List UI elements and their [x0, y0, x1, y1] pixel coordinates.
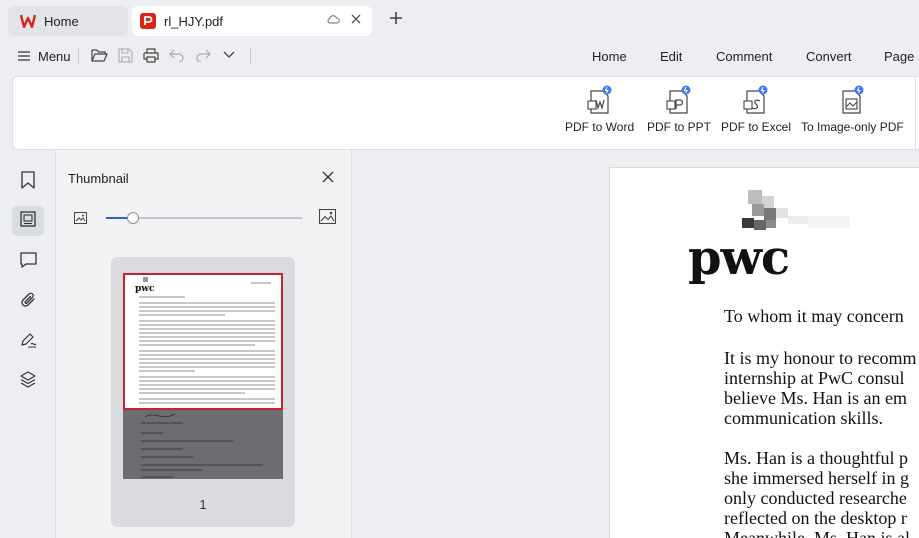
pdf-to-excel-label: PDF to Excel — [721, 120, 792, 134]
layers-icon — [20, 371, 36, 393]
image-pdf-icon — [839, 85, 865, 115]
page-number-label: 1 — [199, 497, 207, 512]
document-line: communication skills. — [724, 408, 883, 428]
bookmark-button[interactable] — [12, 167, 44, 197]
page-thumbnail-image: pwc — [123, 273, 283, 479]
main-toolbar: Menu Home Edit Comment Convert Page — [0, 40, 919, 72]
document-line: internship at PwC consul — [724, 368, 905, 388]
zoom-slider-handle[interactable] — [127, 212, 139, 224]
ribbon-divider — [915, 77, 916, 151]
document-line: To whom it may concern — [724, 306, 904, 326]
zoom-out-image-icon[interactable] — [74, 211, 87, 229]
paperclip-icon — [20, 291, 37, 313]
document-line: believe Ms. Han is an em — [724, 388, 907, 408]
convert-ribbon: PDF to Word PDF to PPT PDF to Excel To I… — [12, 76, 919, 151]
pdf-to-excel-icon — [743, 85, 769, 115]
document-line: only conducted researche — [724, 488, 907, 508]
ribbon-tabs: Home Edit Comment Convert Page — [0, 49, 919, 69]
to-image-only-pdf-button[interactable]: To Image-only PDF — [801, 85, 904, 134]
wps-logo-icon — [20, 13, 36, 29]
close-tab-icon[interactable] — [350, 13, 362, 28]
pdf-to-word-icon — [587, 85, 613, 115]
thumbnail-button[interactable] — [12, 206, 44, 236]
signature-pen-icon — [19, 331, 37, 353]
cloud-icon[interactable] — [326, 13, 340, 28]
pdf-to-ppt-button[interactable]: PDF to PPT — [647, 85, 711, 134]
tab-home[interactable]: Home — [8, 6, 128, 36]
to-image-only-pdf-label: To Image-only PDF — [801, 120, 904, 134]
pdf-to-word-button[interactable]: PDF to Word — [565, 85, 634, 134]
document-view[interactable]: pwc To whom it may concern It is my hono… — [352, 150, 919, 538]
page-thumbnail[interactable]: pwc 1 — [111, 257, 295, 527]
pwc-logo-text: pwc — [688, 230, 790, 286]
attachments-button[interactable] — [12, 287, 44, 317]
document-line: Meanwhile, Ms. Han is al — [724, 528, 910, 538]
selected-page-highlight: pwc — [123, 273, 283, 410]
thumbnail-panel-title: Thumbnail — [68, 171, 129, 186]
svg-text:pwc: pwc — [135, 284, 155, 294]
pdf-to-excel-button[interactable]: PDF to Excel — [721, 85, 791, 134]
layers-button[interactable] — [12, 367, 44, 397]
tab-page[interactable]: Page — [884, 49, 914, 64]
tab-document-label: rl_HJY.pdf — [164, 13, 224, 29]
close-icon[interactable] — [321, 170, 335, 184]
zoom-in-image-icon[interactable] — [318, 208, 337, 229]
tab-home-label: Home — [44, 13, 79, 29]
tab-edit[interactable]: Edit — [660, 49, 682, 64]
bookmark-icon — [21, 170, 35, 194]
plus-icon — [389, 11, 403, 30]
comment-icon — [19, 251, 37, 273]
new-tab-button[interactable] — [386, 10, 406, 30]
pdf-to-ppt-label: PDF to PPT — [647, 120, 712, 134]
tab-home-ribbon[interactable]: Home — [592, 49, 627, 64]
document-line: Ms. Han is a thoughtful p — [724, 448, 908, 468]
document-line: she immersed herself in g — [724, 468, 909, 488]
pdf-to-word-label: PDF to Word — [565, 120, 635, 134]
document-line: It is my honour to recomm — [724, 348, 917, 368]
signature-button[interactable] — [12, 327, 44, 357]
tab-document[interactable]: rl_HJY.pdf — [132, 6, 372, 36]
comments-button[interactable] — [12, 247, 44, 277]
tab-comment[interactable]: Comment — [716, 49, 772, 64]
left-sidebar — [0, 150, 56, 538]
thumbnail-icon — [20, 210, 36, 232]
tab-convert[interactable]: Convert — [806, 49, 852, 64]
tab-bar: Home rl_HJY.pdf — [0, 0, 919, 40]
document-page: pwc To whom it may concern It is my hono… — [609, 167, 919, 538]
pdf-to-ppt-icon — [666, 85, 692, 115]
thumbnail-zoom-control — [70, 208, 340, 228]
thumbnail-panel: Thumbnail pwc 1 — [56, 150, 352, 538]
pdf-file-icon — [140, 13, 156, 29]
document-line: reflected on the desktop r — [724, 508, 907, 528]
